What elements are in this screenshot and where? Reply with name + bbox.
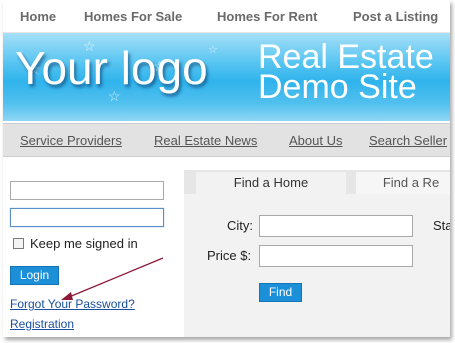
header-banner: ☆ ☆ ☆ ☆ ☆ Your logo Real Estate Demo Sit… <box>3 33 450 121</box>
nav-post-listing[interactable]: Post a Listing <box>353 9 438 24</box>
password-input[interactable] <box>10 208 164 227</box>
nav-homes-for-rent[interactable]: Homes For Rent <box>217 9 317 24</box>
price-label: Price $: <box>207 248 252 263</box>
price-input[interactable] <box>259 245 413 267</box>
site-title: Real Estate Demo Site <box>258 40 434 106</box>
login-panel: Keep me signed in Login Forgot Your Pass… <box>3 170 171 337</box>
nav-home[interactable]: Home <box>20 9 56 24</box>
site-logo[interactable]: Your logo <box>15 41 208 95</box>
top-navigation: Home Homes For Sale Homes For Rent Post … <box>3 0 450 33</box>
nav-service-providers[interactable]: Service Providers <box>20 133 122 148</box>
city-label: City: <box>227 218 253 233</box>
keep-signed-in-label: Keep me signed in <box>30 236 138 251</box>
forgot-password-link[interactable]: Forgot Your Password? <box>10 297 135 311</box>
star-decoration-icon: ☆ <box>208 44 218 56</box>
find-button[interactable]: Find <box>259 283 302 302</box>
secondary-navigation: Service Providers Real Estate News About… <box>3 123 450 157</box>
city-input[interactable] <box>259 215 413 237</box>
login-button[interactable]: Login <box>10 266 59 285</box>
keep-signed-in-checkbox[interactable] <box>13 238 24 249</box>
home-search-area: Find a Home Find a Re City: Sta Price $:… <box>184 170 450 337</box>
state-label: Sta <box>433 218 450 233</box>
search-form: City: Sta Price $: Find <box>184 194 450 337</box>
username-input[interactable] <box>10 181 164 200</box>
site-title-line2: Demo Site <box>258 68 417 106</box>
tab-find-home[interactable]: Find a Home <box>196 172 346 194</box>
browser-page: Home Homes For Sale Homes For Rent Post … <box>3 0 450 337</box>
nav-real-estate-news[interactable]: Real Estate News <box>154 133 257 148</box>
registration-link[interactable]: Registration <box>10 317 74 331</box>
nav-homes-for-sale[interactable]: Homes For Sale <box>84 9 182 24</box>
nav-about-us[interactable]: About Us <box>289 133 342 148</box>
tab-find-rental[interactable]: Find a Re <box>356 172 450 194</box>
nav-search-seller[interactable]: Search Seller <box>369 133 447 148</box>
